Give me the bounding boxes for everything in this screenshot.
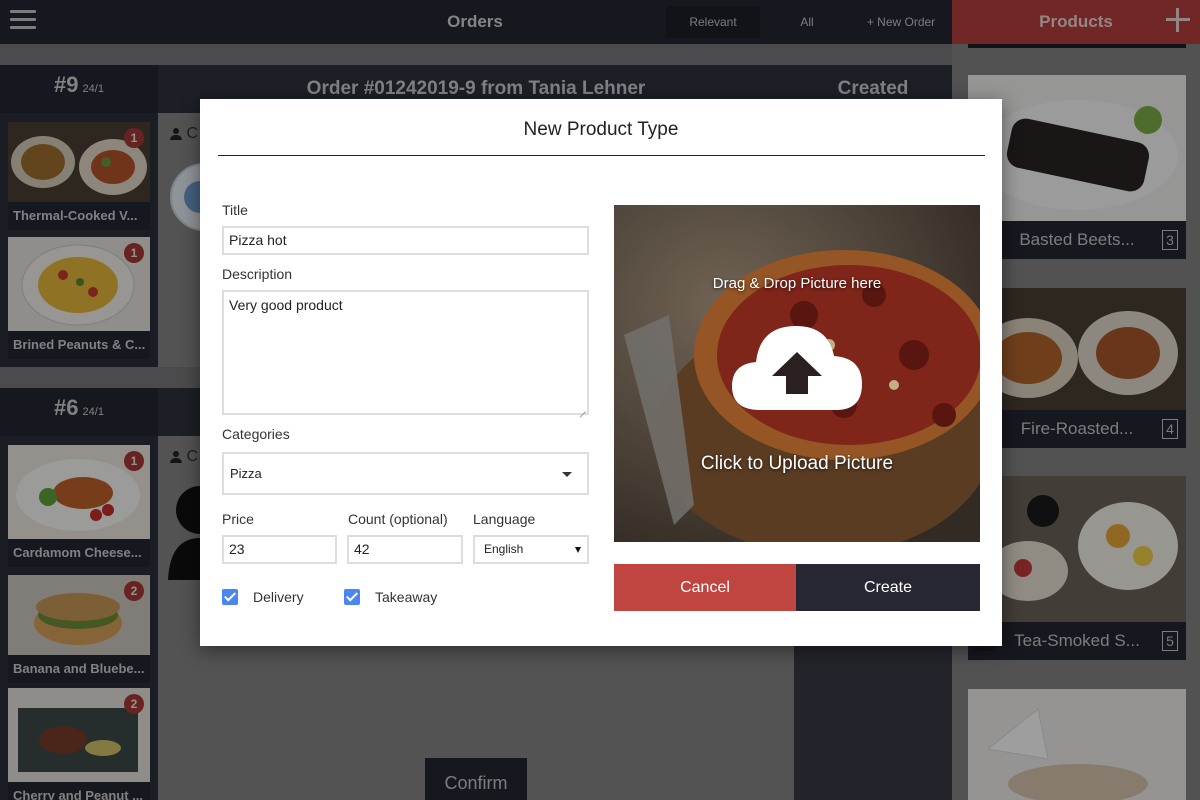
- description-text: Very good product: [229, 297, 343, 313]
- price-label: Price: [222, 511, 254, 527]
- dialog-title: New Product Type: [523, 119, 679, 140]
- count-input[interactable]: 42: [347, 535, 463, 564]
- title-label: Title: [222, 202, 248, 218]
- dropdown-arrow-icon: [575, 547, 581, 553]
- title-input[interactable]: Pizza hot: [222, 226, 589, 255]
- delivery-checkbox[interactable]: [222, 589, 238, 605]
- picture-upload-zone[interactable]: Drag & Drop Picture here Click to Upload…: [614, 205, 980, 542]
- drag-drop-text: Drag & Drop Picture here: [712, 275, 882, 292]
- language-label: Language: [473, 511, 536, 527]
- count-label: Count (optional): [348, 511, 448, 527]
- cancel-button[interactable]: Cancel: [614, 564, 796, 611]
- delivery-label: Delivery: [253, 589, 304, 605]
- click-upload-text: Click to Upload Picture: [700, 453, 894, 474]
- categories-select[interactable]: Pizza: [222, 452, 589, 495]
- chevron-down-icon: [562, 472, 572, 477]
- language-select[interactable]: English: [473, 535, 589, 564]
- description-textarea[interactable]: Very good product: [222, 290, 589, 415]
- resize-handle-icon[interactable]: [578, 404, 586, 412]
- takeaway-label: Takeaway: [375, 589, 438, 605]
- create-button[interactable]: Create: [796, 564, 980, 611]
- cloud-upload-icon: [732, 326, 862, 410]
- categories-label: Categories: [222, 426, 290, 442]
- new-product-dialog: New Product Type Title Pizza hot Descrip…: [200, 99, 1002, 646]
- language-value: English: [484, 542, 524, 556]
- title-divider: [218, 155, 985, 156]
- takeaway-checkbox[interactable]: [344, 589, 360, 605]
- price-input[interactable]: 23: [222, 535, 337, 564]
- category-value: Pizza: [230, 466, 262, 481]
- description-label: Description: [222, 266, 293, 282]
